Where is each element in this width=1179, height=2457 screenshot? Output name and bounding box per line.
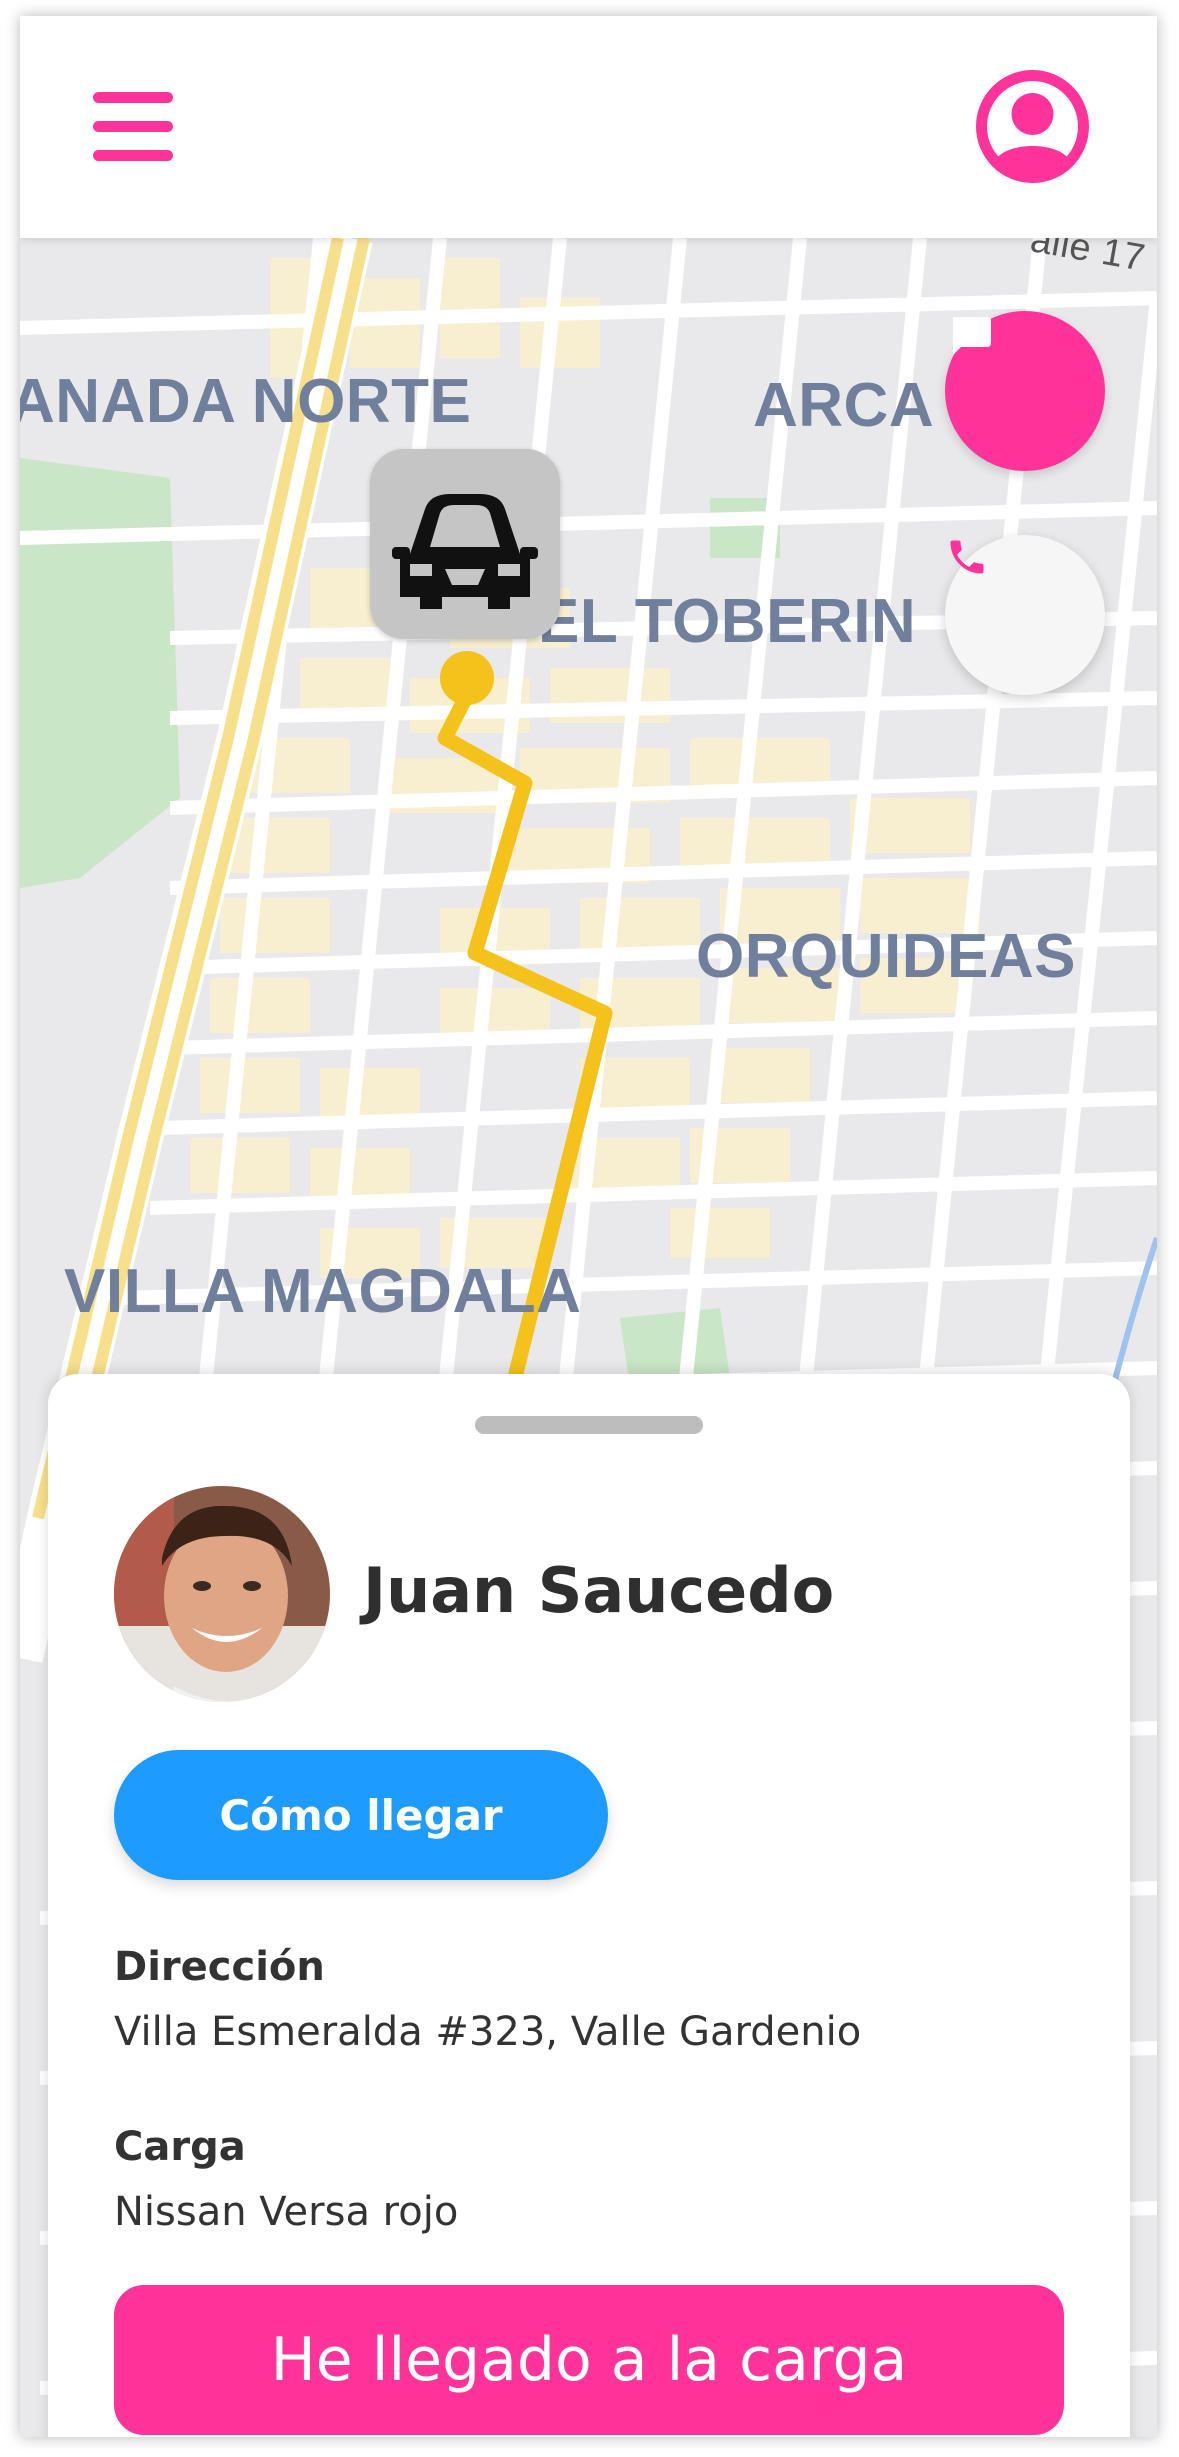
avatar	[114, 1486, 330, 1702]
driver-bottom-sheet: Juan Saucedo Cómo llegar Dirección Villa…	[48, 1374, 1130, 2437]
sheet-drag-handle[interactable]	[475, 1416, 703, 1434]
map-label-orquideas: ORQUIDEAS	[696, 922, 1076, 991]
arrived-button[interactable]: He llegado a la carga	[114, 2285, 1064, 2435]
hamburger-menu-icon[interactable]	[93, 92, 173, 162]
car-icon	[392, 494, 538, 609]
cargo-label: Carga	[114, 2124, 246, 2170]
route-start-pin	[440, 651, 494, 705]
phone-icon	[950, 540, 984, 574]
top-bar	[20, 16, 1157, 238]
chat-bubble-icon	[953, 317, 991, 355]
address-value: Villa Esmeralda #323, Valle Gardenio	[114, 2009, 862, 2055]
map-label-arca: ARCA	[753, 371, 935, 440]
cargo-value: Nissan Versa rojo	[114, 2189, 459, 2235]
directions-button[interactable]: Cómo llegar	[114, 1750, 608, 1880]
call-button[interactable]	[945, 535, 1105, 695]
map-label-el-toberin: EL TOBERIN	[538, 587, 917, 656]
car-marker[interactable]	[370, 449, 560, 639]
chat-button[interactable]	[945, 311, 1105, 471]
driver-name: Juan Saucedo	[363, 1554, 835, 1627]
address-label: Dirección	[114, 1944, 325, 1990]
map-label-villa-magdala: VILLA MAGDALA	[64, 1257, 582, 1326]
user-profile-icon[interactable]	[975, 69, 1090, 184]
app-screen: ANADA NORTE ARCA EL TOBERIN ORQUIDEAS VI…	[20, 16, 1157, 2437]
map-label-granada-norte: ANADA NORTE	[20, 367, 472, 436]
